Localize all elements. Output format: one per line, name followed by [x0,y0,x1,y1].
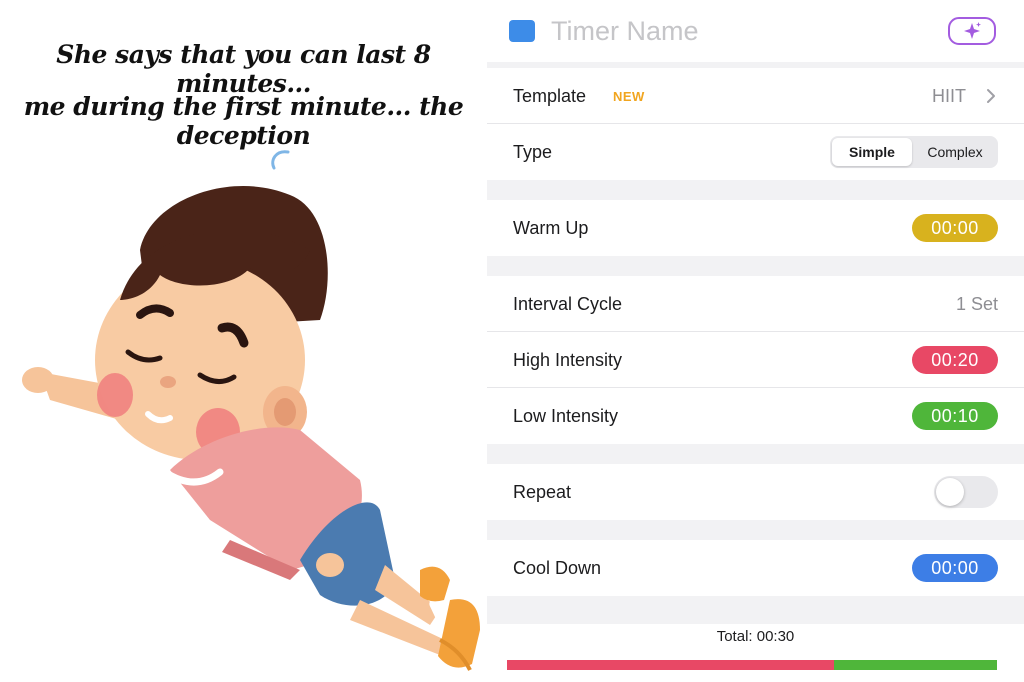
interval-cycle-label: Interval Cycle [513,294,623,314]
low-intensity-time-pill[interactable]: 00:10 [912,402,998,430]
warm-up-time-pill[interactable]: 00:00 [912,214,998,242]
total-duration: Total: 00:30 [716,628,795,645]
type-row: Type Simple Complex [487,124,1024,180]
template-row[interactable]: Template NEW HIIT [487,68,1024,124]
section-gap [487,180,1024,200]
repeat-row: Repeat [487,464,1024,520]
repeat-label: Repeat [513,482,572,502]
type-segmented-control: Simple Complex [830,136,998,168]
type-option-simple[interactable]: Simple [832,138,912,166]
warm-up-row: Warm Up 00:00 [487,200,1024,256]
new-badge: NEW [613,89,645,104]
meme-caption-line-1: She says that you can last 8 minutes... [56,40,431,98]
low-intensity-label: Low Intensity [513,406,619,426]
template-value: HIIT [932,86,966,106]
meme-panel: She says that you can last 8 minutes... … [0,0,487,682]
high-intensity-label: High Intensity [513,350,623,370]
chevron-right-icon [987,89,995,103]
section-gap [487,256,1024,276]
magic-button[interactable] [948,17,996,45]
high-intensity-row: High Intensity 00:20 [487,332,1024,388]
warm-up-label: Warm Up [513,218,589,238]
cool-down-time-pill[interactable]: 00:00 [912,554,998,582]
interval-cycle-row[interactable]: Interval Cycle 1 Set [487,276,1024,332]
timer-editor: Template NEW HIIT Type Simple Complex Wa… [487,0,1024,682]
section-gap [487,596,1024,624]
sleeping-boy-illustration [22,150,480,671]
timeline-segment-high-intensity [507,660,834,670]
timer-color-chip[interactable] [509,20,535,42]
repeat-toggle[interactable] [934,476,998,508]
cool-down-row: Cool Down 00:00 [487,540,1024,596]
section-gap [487,520,1024,540]
timer-name-input[interactable] [551,12,931,50]
low-intensity-row: Low Intensity 00:10 [487,388,1024,444]
high-intensity-time-pill[interactable]: 00:20 [912,346,998,374]
type-option-complex[interactable]: Complex [914,138,996,166]
interval-cycle-value: 1 Set [955,294,998,314]
sparkles-icon [964,22,981,39]
timer-header [487,0,1024,62]
cool-down-label: Cool Down [513,558,602,578]
section-gap [487,444,1024,464]
template-label: Template [513,86,587,106]
timeline-segment-low-intensity [833,660,997,670]
timeline-bar [507,660,997,670]
toggle-knob [936,478,964,506]
type-label: Type [513,142,553,162]
